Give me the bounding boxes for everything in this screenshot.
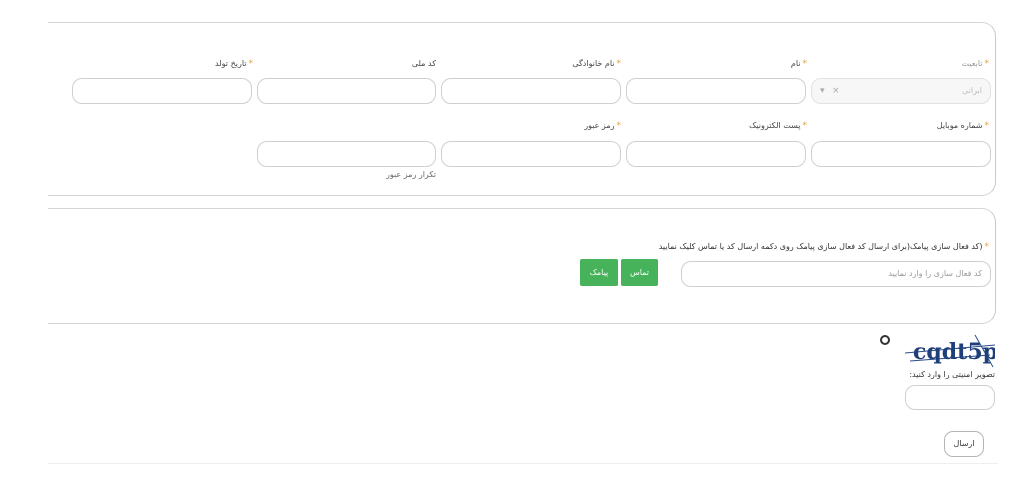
password-input[interactable] — [441, 141, 621, 167]
activation-code-input[interactable]: کد فعال سازی را وارد نمایید — [681, 261, 991, 287]
nationality-select[interactable]: ایرانی × ▾ — [811, 78, 991, 104]
nationality-label: *تابعیت — [961, 59, 989, 69]
nationality-value: ایرانی — [962, 86, 982, 95]
captcha-input[interactable] — [905, 385, 995, 410]
chevron-down-icon[interactable]: ▾ — [820, 79, 825, 103]
first-name-label: *نام — [790, 59, 807, 69]
last-name-input[interactable] — [441, 78, 621, 104]
birth-date-label: *تاریخ تولد — [215, 59, 253, 69]
activation-label: *(کد فعال سازی پیامک(برای ارسال کد فعال … — [658, 242, 989, 252]
password-label: *رمز عبور — [584, 121, 621, 131]
mobile-label: *شماره موبایل — [936, 121, 989, 131]
divider — [48, 463, 998, 464]
svg-text:cqdt5p: cqdt5p — [913, 339, 995, 365]
refresh-icon[interactable] — [880, 335, 890, 345]
mobile-input[interactable] — [811, 141, 991, 167]
submit-button[interactable]: ارسال — [944, 431, 984, 457]
first-name-input[interactable] — [626, 78, 806, 104]
sms-button[interactable]: پیامک — [580, 259, 618, 286]
email-input[interactable] — [626, 141, 806, 167]
captcha-label: تصویر امنیتی را وارد کنید: — [909, 370, 995, 379]
password-repeat-input[interactable] — [257, 141, 436, 167]
national-code-input[interactable] — [257, 78, 436, 104]
email-label: *پست الکترونیک — [749, 121, 807, 131]
last-name-label: *نام خانوادگی — [572, 59, 621, 69]
captcha-image: cqdt5p — [905, 334, 995, 368]
call-button[interactable]: تماس — [621, 259, 658, 286]
activation-placeholder: کد فعال سازی را وارد نمایید — [888, 269, 982, 278]
national-code-label: کد ملی — [411, 59, 436, 68]
personal-info-panel — [48, 22, 996, 196]
birth-date-input[interactable] — [72, 78, 252, 104]
clear-icon[interactable]: × — [832, 79, 840, 103]
password-repeat-hint: تکرار رمز عبور — [386, 170, 436, 179]
